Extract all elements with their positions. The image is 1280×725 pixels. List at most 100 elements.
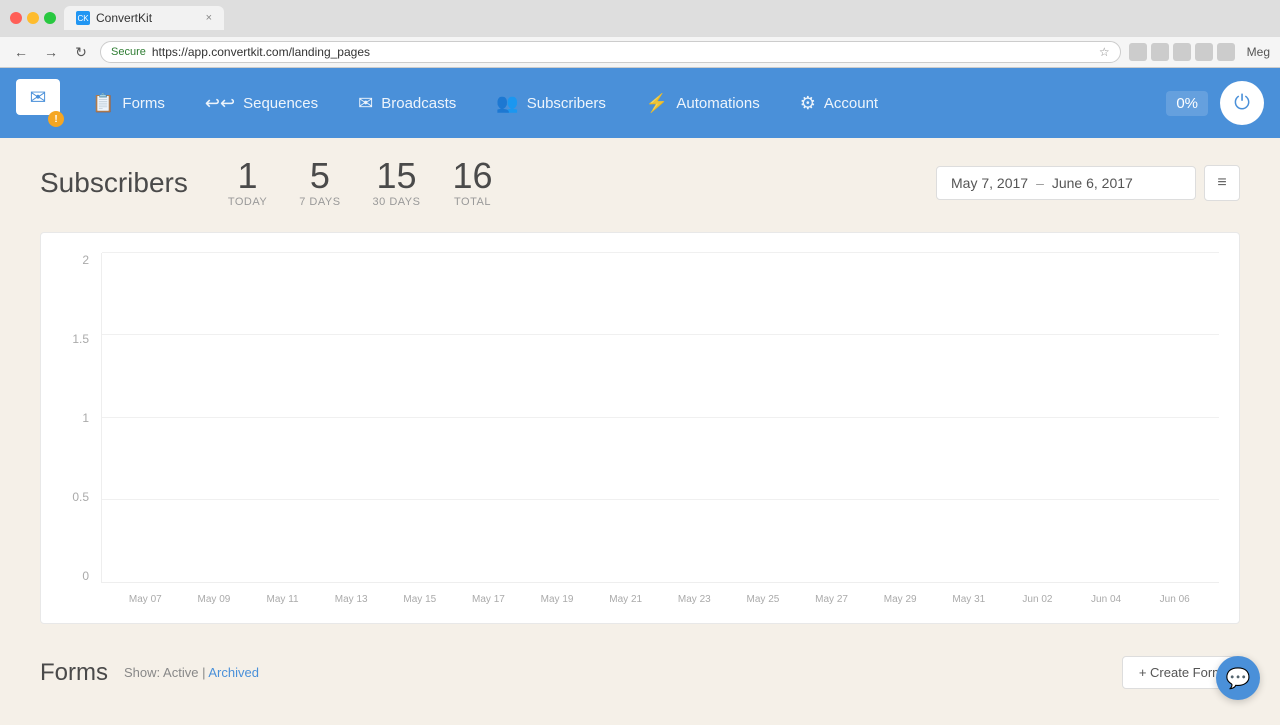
x-label-may25: May 25 xyxy=(729,594,798,605)
extension-icon-3[interactable] xyxy=(1173,43,1191,61)
forward-button[interactable]: → xyxy=(40,41,62,63)
tab-close-button[interactable]: × xyxy=(206,12,212,24)
power-button[interactable]: ⏻ xyxy=(1220,81,1264,125)
browser-extension-icons xyxy=(1129,43,1235,61)
nav-label-subscribers: Subscribers xyxy=(527,95,606,112)
nav-label-broadcasts: Broadcasts xyxy=(381,95,456,112)
date-separator: – xyxy=(1036,175,1044,191)
browser-user-name: Meg xyxy=(1247,45,1270,59)
active-label: Active xyxy=(163,665,198,680)
stat-total: 16 TOTAL xyxy=(452,158,492,208)
date-to: June 6, 2017 xyxy=(1052,175,1133,191)
extension-icon-5[interactable] xyxy=(1217,43,1235,61)
sequences-icon: ↩↩ xyxy=(205,93,235,114)
nav-item-sequences[interactable]: ↩↩ Sequences xyxy=(185,68,338,138)
browser-titlebar: CK ConvertKit × xyxy=(0,0,1280,36)
browser-chrome: CK ConvertKit × ← → ↻ Secure https://app… xyxy=(0,0,1280,68)
back-button[interactable]: ← xyxy=(10,41,32,63)
nav-items: 📋 Forms ↩↩ Sequences ✉ Broadcasts 👥 Subs… xyxy=(72,68,1166,138)
main-content: Subscribers 1 TODAY 5 7 DAYS 15 30 DAYS … xyxy=(0,138,1280,725)
chart-container: 0 0.5 1 1.5 2 May 07 May 09 May 11 xyxy=(40,232,1240,624)
forms-filter: Show: Active | Archived xyxy=(124,665,259,680)
x-label-may31: May 31 xyxy=(935,594,1004,605)
secure-badge: Secure xyxy=(111,46,146,58)
archived-link[interactable]: Archived xyxy=(208,665,259,680)
extension-icon-4[interactable] xyxy=(1195,43,1213,61)
nav-logo[interactable]: ✉ ! xyxy=(16,79,64,127)
tab-title: ConvertKit xyxy=(96,11,152,25)
automations-icon: ⚡ xyxy=(646,93,668,114)
stat-30days: 15 30 DAYS xyxy=(373,158,421,208)
account-icon: ⚙ xyxy=(800,93,816,114)
maximize-dot[interactable] xyxy=(44,12,56,24)
stats-group: 1 TODAY 5 7 DAYS 15 30 DAYS 16 TOTAL xyxy=(228,158,493,208)
stat-total-label: TOTAL xyxy=(452,196,492,208)
nav-item-forms[interactable]: 📋 Forms xyxy=(72,68,185,138)
date-range-container: May 7, 2017 – June 6, 2017 ≡ xyxy=(936,165,1240,201)
y-label-15: 1.5 xyxy=(61,332,89,346)
nav-right: 0% ⏻ xyxy=(1166,81,1264,125)
nav-item-automations[interactable]: ⚡ Automations xyxy=(626,68,780,138)
x-label-may19: May 19 xyxy=(523,594,592,605)
logo-icon: ✉ xyxy=(16,79,60,115)
stat-7days: 5 7 DAYS xyxy=(299,158,340,208)
bars-container xyxy=(102,253,1219,582)
reload-button[interactable]: ↻ xyxy=(70,41,92,63)
y-label-05: 0.5 xyxy=(61,490,89,504)
browser-tab[interactable]: CK ConvertKit × xyxy=(64,6,224,30)
filter-button[interactable]: ≡ xyxy=(1204,165,1240,201)
nav-percent: 0% xyxy=(1166,91,1208,116)
forms-header: Forms Show: Active | Archived + Create F… xyxy=(40,656,1240,689)
extension-icon-2[interactable] xyxy=(1151,43,1169,61)
x-label-may11: May 11 xyxy=(248,594,317,605)
x-label-may27: May 27 xyxy=(797,594,866,605)
filter-icon: ≡ xyxy=(1217,174,1226,192)
stat-7days-value: 5 xyxy=(299,158,340,194)
nav-label-sequences: Sequences xyxy=(243,95,318,112)
stat-30days-label: 30 DAYS xyxy=(373,196,421,208)
chart-y-axis: 0 0.5 1 1.5 2 xyxy=(61,253,91,583)
app-nav: ✉ ! 📋 Forms ↩↩ Sequences ✉ Broadcasts 👥 … xyxy=(0,68,1280,138)
nav-label-forms: Forms xyxy=(122,95,165,112)
x-label-may07: May 07 xyxy=(111,594,180,605)
nav-item-account[interactable]: ⚙ Account xyxy=(780,68,898,138)
chat-icon: 💬 xyxy=(1226,666,1251,691)
show-label: Show: xyxy=(124,665,160,680)
stat-30days-value: 15 xyxy=(373,158,421,194)
chart-plot xyxy=(101,253,1219,583)
page-title: Subscribers xyxy=(40,167,188,199)
x-label-may17: May 17 xyxy=(454,594,523,605)
x-label-may09: May 09 xyxy=(180,594,249,605)
browser-addressbar: ← → ↻ Secure https://app.convertkit.com/… xyxy=(0,36,1280,67)
x-labels: May 07 May 09 May 11 May 13 May 15 May 1… xyxy=(101,585,1219,613)
forms-title: Forms xyxy=(40,659,108,687)
bookmark-icon[interactable]: ☆ xyxy=(1099,45,1110,59)
broadcasts-icon: ✉ xyxy=(358,93,373,114)
close-dot[interactable] xyxy=(10,12,22,24)
y-label-2: 2 xyxy=(61,253,89,267)
stat-today: 1 TODAY xyxy=(228,158,267,208)
address-url: https://app.convertkit.com/landing_pages xyxy=(152,45,370,59)
minimize-dot[interactable] xyxy=(27,12,39,24)
extension-icon-1[interactable] xyxy=(1129,43,1147,61)
x-label-may29: May 29 xyxy=(866,594,935,605)
subscribers-header: Subscribers 1 TODAY 5 7 DAYS 15 30 DAYS … xyxy=(40,158,1240,208)
forms-section: Forms Show: Active | Archived + Create F… xyxy=(40,656,1240,689)
nav-item-broadcasts[interactable]: ✉ Broadcasts xyxy=(338,68,476,138)
browser-traffic-lights xyxy=(10,12,56,24)
filter-separator: | xyxy=(202,665,205,680)
stat-7days-label: 7 DAYS xyxy=(299,196,340,208)
chart-area: 0 0.5 1 1.5 2 May 07 May 09 May 11 xyxy=(61,253,1219,613)
chat-bubble[interactable]: 💬 xyxy=(1216,656,1260,700)
stat-today-label: TODAY xyxy=(228,196,267,208)
x-label-may21: May 21 xyxy=(591,594,660,605)
power-icon: ⏻ xyxy=(1234,92,1250,115)
nav-item-subscribers[interactable]: 👥 Subscribers xyxy=(476,68,626,138)
y-label-1: 1 xyxy=(61,411,89,425)
address-bar[interactable]: Secure https://app.convertkit.com/landin… xyxy=(100,41,1121,63)
x-label-may15: May 15 xyxy=(386,594,455,605)
x-label-jun04: Jun 04 xyxy=(1072,594,1141,605)
stat-total-value: 16 xyxy=(452,158,492,194)
y-label-0: 0 xyxy=(61,569,89,583)
date-range-picker[interactable]: May 7, 2017 – June 6, 2017 xyxy=(936,166,1196,200)
